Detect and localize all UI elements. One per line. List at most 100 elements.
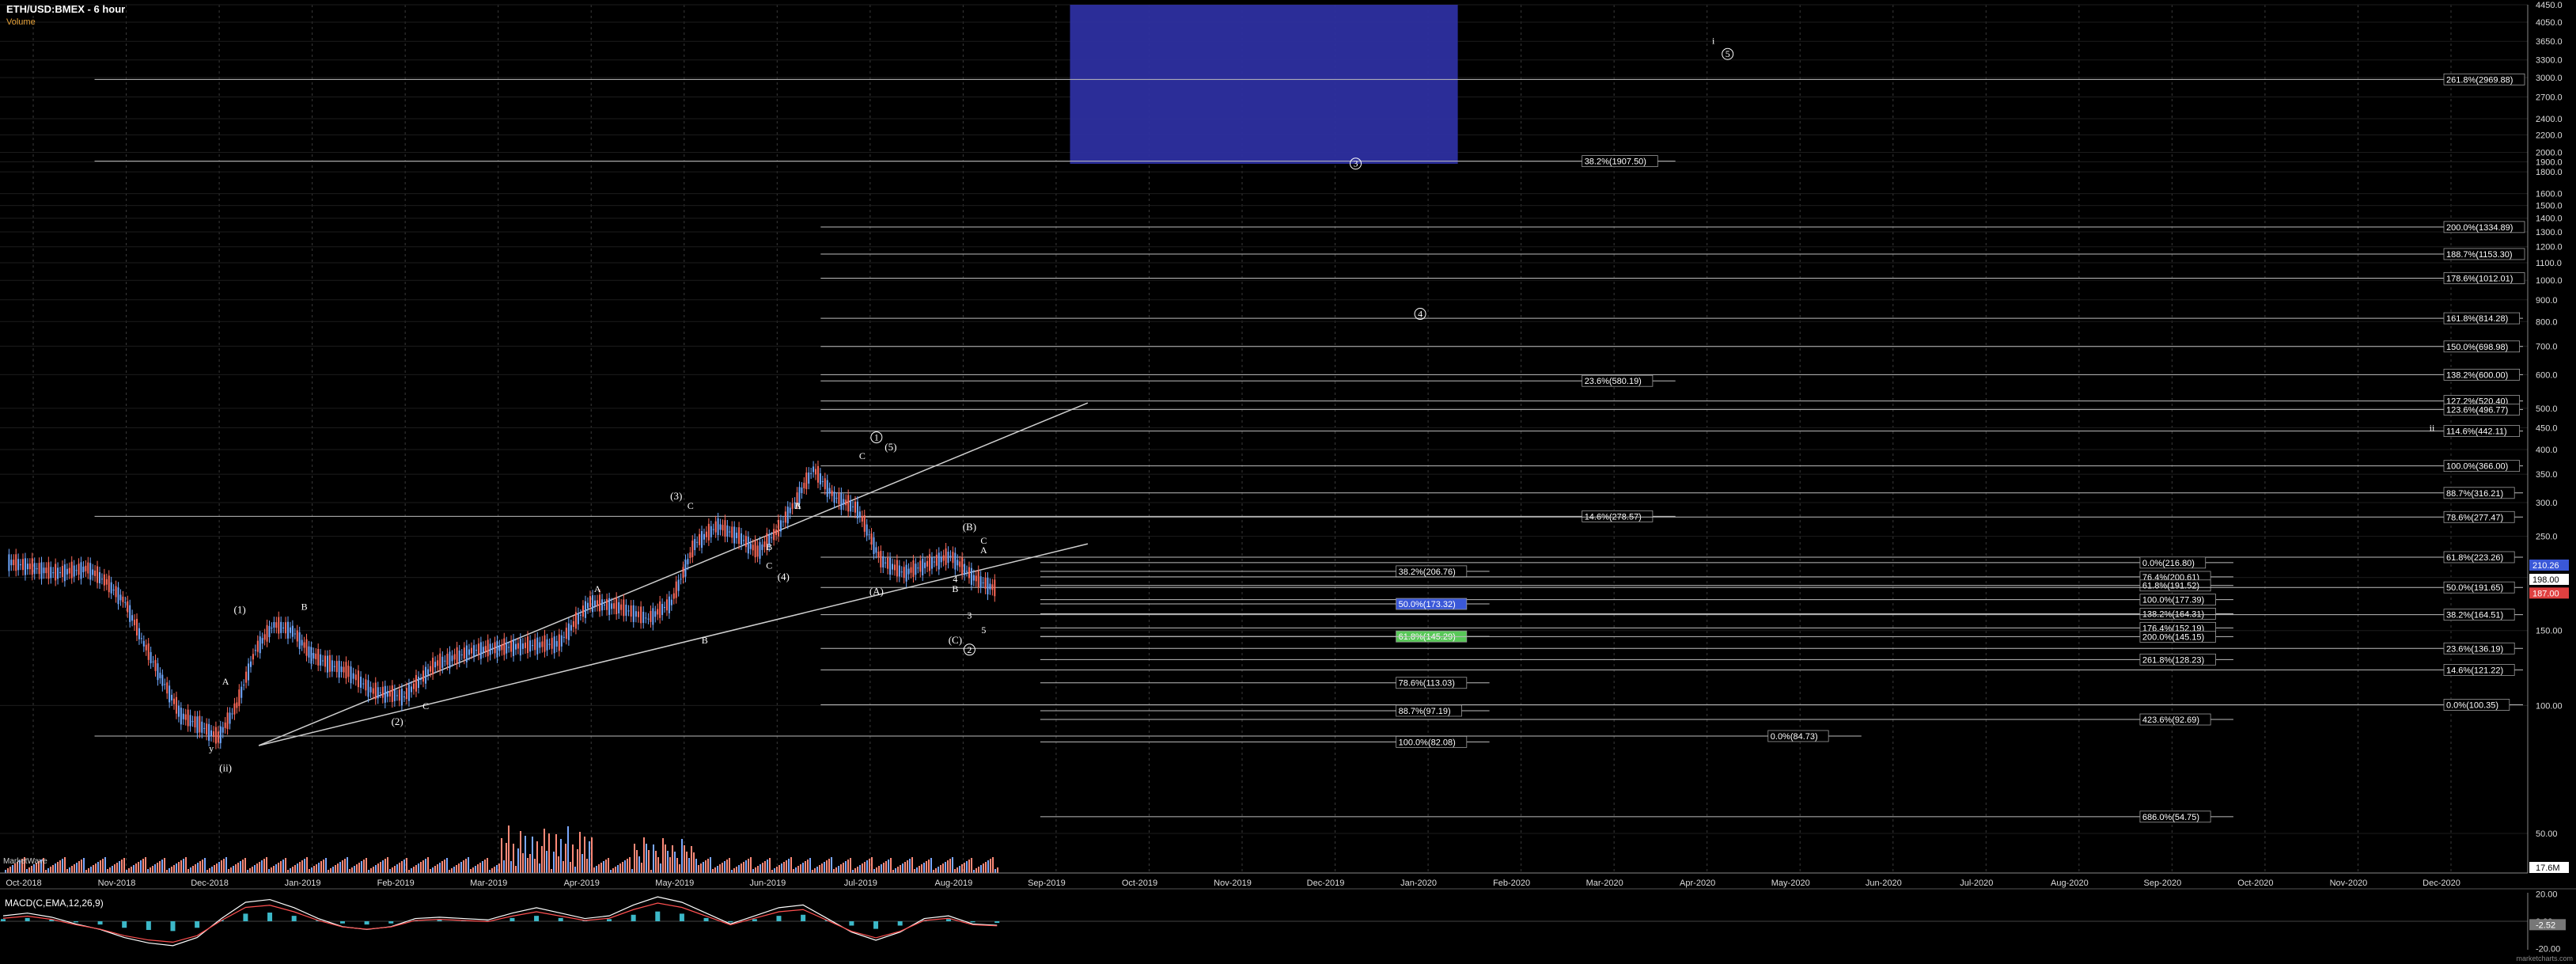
candle-body-257 [613, 603, 616, 609]
volume-bar-180 [432, 867, 434, 873]
candle-body-158 [377, 687, 379, 699]
volume-bar-286 [684, 845, 685, 873]
volume-bar-73 [178, 862, 180, 873]
volume-bar-396 [945, 862, 946, 873]
volume-bar-236 [565, 844, 566, 873]
volume-bar-197 [472, 867, 474, 873]
x-tick-6: Apr-2019 [564, 879, 600, 888]
candle-body-153 [365, 679, 367, 691]
volume-bar-379 [904, 862, 906, 873]
y-tick-15: 1100.0 [2536, 259, 2562, 268]
candle-body-341 [810, 473, 813, 474]
x-tick-9: Jul-2019 [844, 879, 877, 888]
volume-bar-115 [278, 863, 279, 873]
candle-body-201 [479, 642, 482, 659]
candle-body-121 [289, 627, 291, 633]
volume-bar-391 [933, 870, 934, 873]
candle-body-126 [301, 640, 303, 646]
candle-body-242 [577, 613, 579, 624]
candle-body-182 [434, 662, 437, 668]
volume-bar-289 [691, 846, 692, 873]
volume-bar-41 [102, 859, 104, 873]
candle-body-331 [786, 507, 789, 524]
candle-body-209 [498, 645, 501, 651]
volume-bar-235 [563, 861, 564, 873]
wave-label-24: 4 [953, 574, 957, 585]
volume-bar-357 [852, 870, 854, 873]
candle-body-18 [50, 567, 52, 579]
price-tag-text-2: 187.00 [2532, 589, 2559, 598]
candle-body-192 [458, 650, 460, 662]
volume-bar-298 [712, 869, 714, 873]
volume-bar-341 [814, 868, 816, 873]
volume-bar-398 [949, 859, 951, 873]
volume-bar-210 [503, 860, 505, 873]
macd-hist-39 [945, 919, 951, 921]
candle-body-50 [124, 602, 127, 603]
candle-body-173 [412, 683, 415, 689]
volume-bar-42 [104, 857, 106, 873]
volume-bar-246 [589, 841, 590, 873]
candle-body-31 [80, 562, 82, 579]
macd-hist-10 [243, 913, 248, 921]
volume-bar-60 [147, 869, 149, 873]
volume-bar-50 [123, 858, 125, 873]
volume-bar-88 [214, 865, 215, 873]
y-tick-25: 2400.0 [2536, 115, 2563, 124]
candle-body-135 [322, 660, 324, 662]
candle-body-4 [17, 559, 20, 571]
macd-hist-31 [752, 919, 757, 921]
x-tick-5: Mar-2019 [470, 879, 507, 888]
candle-body-95 [229, 712, 231, 724]
volume-bar-43 [107, 869, 108, 873]
candle-body-132 [315, 653, 317, 659]
volume-bar-49 [121, 860, 123, 873]
y-tick-16: 1200.0 [2536, 243, 2563, 252]
volume-bar-275 [657, 857, 659, 873]
volume-bar-277 [662, 838, 664, 873]
candle-body-165 [393, 689, 396, 701]
candle-body-365 [866, 524, 868, 536]
volume-bar-349 [833, 869, 835, 873]
volume-bar-295 [705, 860, 707, 873]
candle-body-90 [217, 731, 219, 743]
volume-bar-45 [112, 866, 113, 873]
price-tag-text-0: 210.26 [2532, 561, 2559, 571]
volume-bar-294 [703, 862, 704, 873]
candle-body-344 [816, 465, 819, 483]
candle-body-208 [496, 640, 498, 658]
candle-body-327 [778, 519, 780, 537]
candle-body-238 [567, 623, 570, 640]
volume-bar-89 [216, 863, 218, 873]
candle-body-136 [324, 655, 327, 667]
candle-body-284 [677, 579, 680, 591]
macd-hist-11 [267, 913, 273, 921]
volume-bar-133 [320, 861, 322, 873]
fib-label-2: 200.0%(1334.89) [2446, 223, 2513, 233]
candle-body-269 [642, 611, 645, 624]
candle-body-66 [161, 674, 164, 686]
candle-body-273 [652, 608, 654, 625]
volume-bar-338 [807, 860, 809, 873]
candle-body-292 [696, 541, 699, 543]
candle-body-352 [835, 497, 838, 499]
volume-bar-299 [714, 867, 716, 873]
fib-label-5: 161.8%(814.28) [2446, 314, 2508, 324]
candle-body-403 [954, 552, 957, 570]
volume-bar-48 [119, 861, 120, 873]
volume-bar-367 [876, 867, 877, 873]
candle-body-151 [360, 676, 362, 688]
price-chart[interactable]: 261.8%(2969.88) 38.2%(1907.50) 200.0%(1334… [0, 0, 2576, 964]
volume-bar-34 [85, 870, 87, 873]
volume-bar-350 [835, 867, 837, 873]
volume-bar-18 [47, 868, 49, 873]
fib-label-36: 0.0%(84.73) [1771, 732, 1818, 742]
volume-bar-297 [710, 857, 711, 873]
wave-label-6: (2) [392, 715, 403, 727]
x-tick-26: Dec-2020 [2423, 879, 2460, 888]
volume-bar-253 [605, 860, 607, 873]
volume-bar-166 [399, 863, 400, 873]
volume-bar-256 [612, 868, 614, 873]
volume-bar-97 [235, 864, 237, 873]
volume-bar-308 [736, 867, 737, 873]
